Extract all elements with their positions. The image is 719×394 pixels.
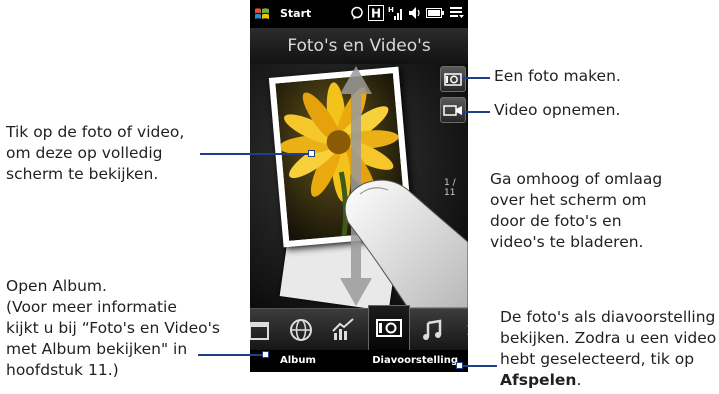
- take-photo-button[interactable]: [440, 66, 466, 92]
- album-softkey[interactable]: Album: [280, 355, 316, 366]
- tab-music-icon[interactable]: [418, 315, 448, 345]
- battery-icon: [426, 8, 444, 18]
- callout-line: De foto's als diavoorstelling: [500, 308, 716, 326]
- callout-line: (Voor meer informatie: [6, 298, 177, 316]
- tab-calendar-icon[interactable]: [250, 315, 274, 345]
- callout-line: kijkt u bij “Foto's en Video's: [6, 319, 220, 337]
- windows-start-icon[interactable]: [254, 6, 270, 22]
- status-bar: Start H H: [250, 0, 468, 28]
- photo-counter: 1 / 11: [444, 178, 456, 198]
- volume-icon: [409, 7, 420, 19]
- tab-more-icon[interactable]: [456, 315, 468, 345]
- callout-line: met Album bekijken" in: [6, 340, 188, 358]
- callout-line: om deze op volledig: [6, 144, 163, 162]
- h-network-icon: H: [368, 5, 384, 21]
- leader-dot-slideshow: [456, 362, 463, 369]
- svg-text:H: H: [371, 7, 381, 21]
- callout-take-photo: Een foto maken.: [494, 67, 621, 85]
- photo-browser[interactable]: 1 / 11: [250, 64, 468, 312]
- callout-line: Ga omhoog of omlaag: [490, 170, 663, 188]
- callout-line: bekijken. Zodra u een video: [500, 329, 717, 347]
- callout-slideshow: De foto's als diavoorstelling bekijken. …: [500, 307, 716, 391]
- callout-tap-photo: Tik op de foto of video, om deze op voll…: [6, 122, 184, 185]
- leader-dot-tap-photo: [308, 150, 315, 157]
- leader-line-slideshow: [461, 365, 497, 367]
- message-icon: [351, 6, 363, 20]
- callout-line: over het scherm om: [490, 191, 647, 209]
- slideshow-softkey[interactable]: Diavoorstelling: [372, 355, 458, 366]
- period: .: [576, 371, 582, 389]
- callout-line: scherm te bekijken.: [6, 165, 159, 183]
- leader-line-tap-photo: [200, 153, 312, 155]
- tab-internet-icon[interactable]: [286, 315, 316, 345]
- callout-line: hebt geselecteerd, tik op: [500, 350, 695, 368]
- signal-icon: H: [388, 6, 402, 20]
- tab-photos-selected[interactable]: [368, 305, 410, 352]
- leader-line-open-album: [198, 354, 264, 356]
- tab-photos-icon: [376, 319, 402, 337]
- phone-screen: Start H H Foto's en Video's 1 / 11 Album…: [250, 0, 468, 372]
- callout-scroll: Ga omhoog of omlaag over het scherm om d…: [490, 169, 662, 253]
- leader-line-record-video: [462, 111, 490, 113]
- tab-stocks-icon[interactable]: [328, 315, 358, 345]
- softkey-bar: Album Diavoorstelling: [250, 350, 468, 372]
- callout-line: Tik op de foto of video,: [6, 123, 185, 141]
- callout-line: Open Album.: [6, 277, 107, 295]
- video-camera-icon: [443, 105, 462, 116]
- callout-open-album: Open Album. (Voor meer informatie kijkt …: [6, 276, 220, 381]
- start-label[interactable]: Start: [280, 7, 311, 20]
- menu-icon[interactable]: [450, 7, 464, 19]
- page-title: Foto's en Video's: [250, 28, 468, 64]
- tab-bar: [250, 305, 468, 352]
- callout-line-last: Afspelen.: [500, 370, 716, 391]
- callout-line: video's te bladeren.: [490, 233, 644, 251]
- callout-record-video: Video opnemen.: [494, 101, 621, 119]
- record-video-button[interactable]: [440, 97, 466, 123]
- callout-line: hoofdstuk 11.): [6, 361, 119, 379]
- leader-dot-open-album: [262, 351, 269, 358]
- leader-line-take-photo: [462, 77, 490, 79]
- svg-text:H: H: [388, 6, 394, 14]
- play-label: Afspelen: [500, 371, 577, 389]
- callout-line: door de foto's en: [490, 212, 622, 230]
- camera-icon: [444, 73, 462, 86]
